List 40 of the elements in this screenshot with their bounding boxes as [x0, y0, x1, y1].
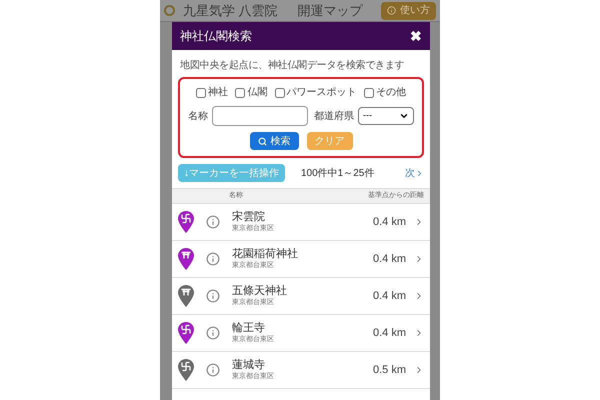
name-input[interactable] [212, 106, 308, 126]
place-name: 花園稲荷神社 [232, 248, 298, 261]
filter-label: その他 [376, 86, 406, 100]
info-icon[interactable] [206, 252, 220, 266]
distance: 0.5 km [372, 362, 406, 378]
info-icon[interactable] [206, 289, 220, 303]
chevron-right-icon [415, 168, 424, 178]
filter-checkbox[interactable] [235, 88, 246, 98]
distance: 0.4 km [372, 288, 406, 304]
place-name: 宋雲院 [232, 210, 266, 224]
info-icon[interactable] [206, 215, 220, 229]
brand-name: 九星気学 八雲院 [183, 2, 278, 20]
next-link[interactable]: 次 [405, 166, 424, 180]
distance: 0.4 km [372, 214, 406, 230]
filter-checkbox[interactable] [196, 88, 206, 98]
dialog-description: 地図中央を起点に、神社仏閣データを検索できます [179, 58, 406, 73]
distance: 0.4 km [372, 326, 406, 341]
filter-checkbox[interactable] [364, 88, 374, 98]
dialog-title: 神社仏閣検索 [180, 28, 252, 45]
filter-label: 神社 [208, 86, 228, 100]
filter-label: パワースポット [286, 86, 357, 100]
place-name: 蓮城寺 [232, 358, 266, 372]
info-icon[interactable] [206, 363, 220, 377]
search-button[interactable]: 検索 [250, 132, 298, 150]
app-title: 開運マップ [297, 2, 362, 20]
info-icon [387, 6, 396, 15]
logo-icon [164, 5, 175, 16]
prefecture-select[interactable]: --- [358, 107, 414, 125]
distance: 0.4 km [372, 252, 406, 267]
info-icon[interactable] [206, 326, 220, 340]
place-name: 五條天神社 [232, 284, 287, 298]
result-count: 100件中1～25件 [301, 166, 374, 180]
filter-label: 仏閣 [247, 86, 268, 100]
place-name: 輪王寺 [232, 322, 266, 335]
search-icon [258, 136, 266, 146]
name-label: 名称 [188, 110, 208, 124]
filter-checkbox[interactable] [274, 88, 285, 98]
chevron-down-icon [399, 111, 409, 121]
prefecture-label: 都道府県 [314, 110, 354, 124]
close-button[interactable]: ✖ [410, 29, 422, 43]
